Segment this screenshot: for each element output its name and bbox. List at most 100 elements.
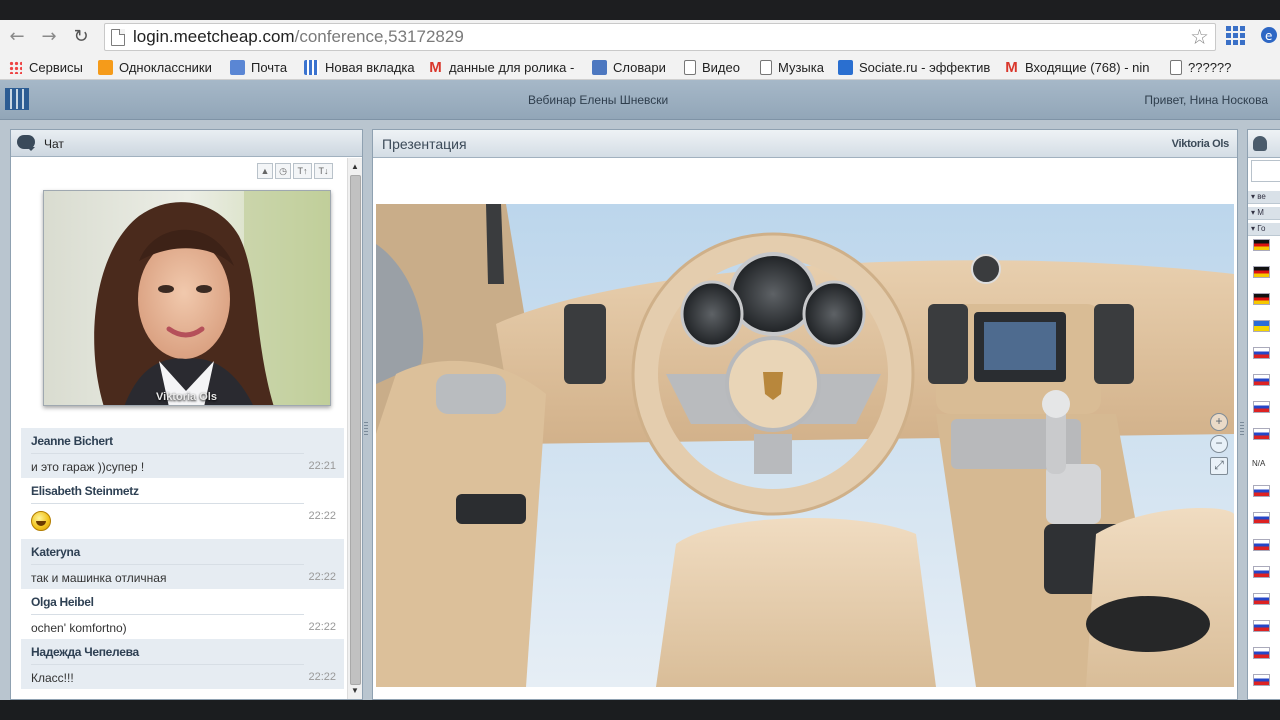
message-divider bbox=[31, 503, 304, 504]
user-greeting[interactable]: Привет, Нина Носкова bbox=[1144, 93, 1268, 107]
russia-flag-icon bbox=[1253, 485, 1270, 497]
zoom-in-icon[interactable]: + bbox=[1210, 413, 1228, 431]
webcam-video[interactable]: Viktoria Ols bbox=[43, 190, 331, 406]
scroll-thumb[interactable] bbox=[350, 175, 361, 685]
chat-message: Jeanne Bichert и это гараж ))супер ! 22:… bbox=[21, 428, 344, 478]
app-header: Вебинар Елены Шневски Привет, Нина Носко… bbox=[0, 80, 1280, 120]
message-author[interactable]: Kateryna bbox=[21, 539, 344, 564]
message-text: так и машинка отличная bbox=[31, 571, 167, 585]
message-author[interactable]: Elisabeth Steinmetz bbox=[21, 478, 344, 503]
car-interior-image bbox=[376, 204, 1234, 687]
webcam-feed-image bbox=[44, 191, 330, 405]
russia-flag-icon bbox=[1253, 401, 1270, 413]
russia-flag-icon bbox=[1253, 674, 1270, 686]
russia-flag-icon bbox=[1253, 647, 1270, 659]
bookmark-video[interactable]: Видео bbox=[684, 57, 740, 77]
panel-splitter-right[interactable] bbox=[1240, 422, 1244, 436]
bookmark-unknown[interactable]: ?????? bbox=[1170, 57, 1231, 77]
font-decrease-icon[interactable]: T↓ bbox=[314, 163, 333, 179]
browser-toolbar: ← → ↻ login.meetcheap.com/conference,531… bbox=[0, 20, 1280, 54]
app-logo-icon[interactable] bbox=[5, 88, 29, 110]
message-divider bbox=[31, 564, 304, 565]
message-author[interactable]: Jeanne Bichert bbox=[21, 428, 344, 453]
participant-group[interactable]: ▾ Го bbox=[1248, 223, 1280, 236]
warning-icon[interactable]: ▲ bbox=[257, 163, 273, 179]
germany-flag-icon bbox=[1253, 266, 1270, 278]
chat-header: Чат bbox=[11, 130, 362, 157]
bookmark-pochta[interactable]: Почта bbox=[230, 57, 287, 77]
screen: ← → ↻ login.meetcheap.com/conference,531… bbox=[0, 0, 1280, 720]
fit-screen-icon[interactable]: ⤢ bbox=[1210, 457, 1228, 475]
chat-message: Kateryna так и машинка отличная 22:22 bbox=[21, 539, 344, 589]
message-divider bbox=[31, 664, 304, 665]
message-time: 22:22 bbox=[308, 510, 336, 522]
extension-icon[interactable]: e bbox=[1258, 24, 1280, 48]
message-text bbox=[21, 503, 344, 539]
font-increase-icon[interactable]: T↑ bbox=[293, 163, 312, 179]
gmail-icon: M bbox=[1005, 58, 1018, 76]
bookmark-services[interactable]: Сервисы bbox=[8, 57, 83, 77]
message-time: 22:22 bbox=[308, 571, 336, 583]
bookmark-odnoklassniki[interactable]: Одноклассники bbox=[98, 57, 212, 77]
sociate-icon bbox=[838, 59, 853, 75]
russia-flag-icon bbox=[1253, 347, 1270, 359]
star-icon[interactable]: ☆ bbox=[1190, 25, 1209, 49]
mail-icon bbox=[230, 59, 245, 75]
odnoklassniki-icon bbox=[98, 59, 113, 75]
bookmark-inbox[interactable]: M Входящие (768) - nin bbox=[1004, 57, 1149, 77]
chat-bubble-icon[interactable] bbox=[17, 135, 35, 151]
message-time: 22:22 bbox=[308, 671, 336, 683]
panel-splitter-left[interactable] bbox=[364, 422, 368, 436]
forward-arrow-icon[interactable]: → bbox=[38, 26, 60, 48]
russia-flag-icon bbox=[1253, 539, 1270, 551]
germany-flag-icon bbox=[1253, 239, 1270, 251]
url-text[interactable]: login.meetcheap.com/conference,53172829 bbox=[133, 27, 464, 47]
russia-flag-icon bbox=[1253, 620, 1270, 632]
bookmark-new-tab[interactable]: Новая вкладка bbox=[304, 57, 415, 77]
participant-group[interactable]: ▾ М bbox=[1248, 207, 1280, 220]
presentation-slide[interactable] bbox=[376, 204, 1234, 687]
message-author[interactable]: Надежда Чепелева bbox=[21, 639, 344, 664]
window-bottom-strip bbox=[0, 700, 1280, 720]
apps-grid-icon bbox=[8, 60, 23, 75]
participants-header bbox=[1248, 130, 1280, 158]
reload-icon[interactable]: ↻ bbox=[70, 26, 92, 48]
zoom-out-icon[interactable]: − bbox=[1210, 435, 1228, 453]
page-icon bbox=[760, 59, 772, 75]
message-time: 22:22 bbox=[308, 621, 336, 633]
message-text: ochen' komfortno) bbox=[31, 621, 127, 635]
country-unknown-label: N/A bbox=[1252, 459, 1266, 468]
scroll-down-icon[interactable]: ▼ bbox=[351, 686, 359, 695]
bookmark-sociate[interactable]: Sociate.ru - эффектив bbox=[838, 57, 990, 77]
chat-message: Надежда Чепелева Класс!!! 22:22 bbox=[21, 639, 344, 689]
participants-panel: ▾ ве ▾ М ▾ Го N/A bbox=[1247, 129, 1280, 700]
message-text: и это гараж ))супер ! bbox=[31, 460, 145, 474]
scroll-up-icon[interactable]: ▲ bbox=[351, 162, 359, 171]
bookmark-dictionaries[interactable]: Словари bbox=[592, 57, 666, 77]
message-author[interactable]: Olga Heibel bbox=[21, 589, 344, 614]
address-bar[interactable]: login.meetcheap.com/conference,53172829 … bbox=[104, 23, 1216, 51]
russia-flag-icon bbox=[1253, 566, 1270, 578]
bookmark-data[interactable]: Mданные для ролика - bbox=[428, 57, 574, 77]
message-time: 22:21 bbox=[308, 460, 336, 472]
russia-flag-icon bbox=[1253, 512, 1270, 524]
tabs-icon bbox=[304, 59, 319, 75]
chat-title: Чат bbox=[44, 137, 64, 151]
chat-scrollbar[interactable]: ▲ ▼ bbox=[347, 158, 362, 699]
page-icon bbox=[1170, 59, 1182, 75]
ukraine-flag-icon bbox=[1253, 320, 1270, 332]
presentation-title: Презентация bbox=[382, 136, 467, 152]
russia-flag-icon bbox=[1253, 374, 1270, 386]
presenter-name: Viktoria Ols bbox=[1171, 138, 1230, 150]
apps-grid-icon[interactable] bbox=[1226, 26, 1246, 46]
bookmark-music[interactable]: Музыка bbox=[760, 57, 824, 77]
back-arrow-icon[interactable]: ← bbox=[6, 26, 28, 48]
participant-group[interactable]: ▾ ве bbox=[1248, 191, 1280, 204]
clock-icon[interactable]: ◷ bbox=[275, 163, 291, 179]
participant-search-input[interactable] bbox=[1251, 160, 1280, 182]
bookmarks-bar: Сервисы Одноклассники Почта Новая вкладк… bbox=[0, 54, 1280, 80]
russia-flag-icon bbox=[1253, 593, 1270, 605]
chat-panel: Чат ▲ ◷ T↑ T↓ Viktoria Ols Jeanne Bicher… bbox=[10, 129, 363, 700]
russia-flag-icon bbox=[1253, 428, 1270, 440]
participants-icon[interactable] bbox=[1253, 136, 1267, 151]
